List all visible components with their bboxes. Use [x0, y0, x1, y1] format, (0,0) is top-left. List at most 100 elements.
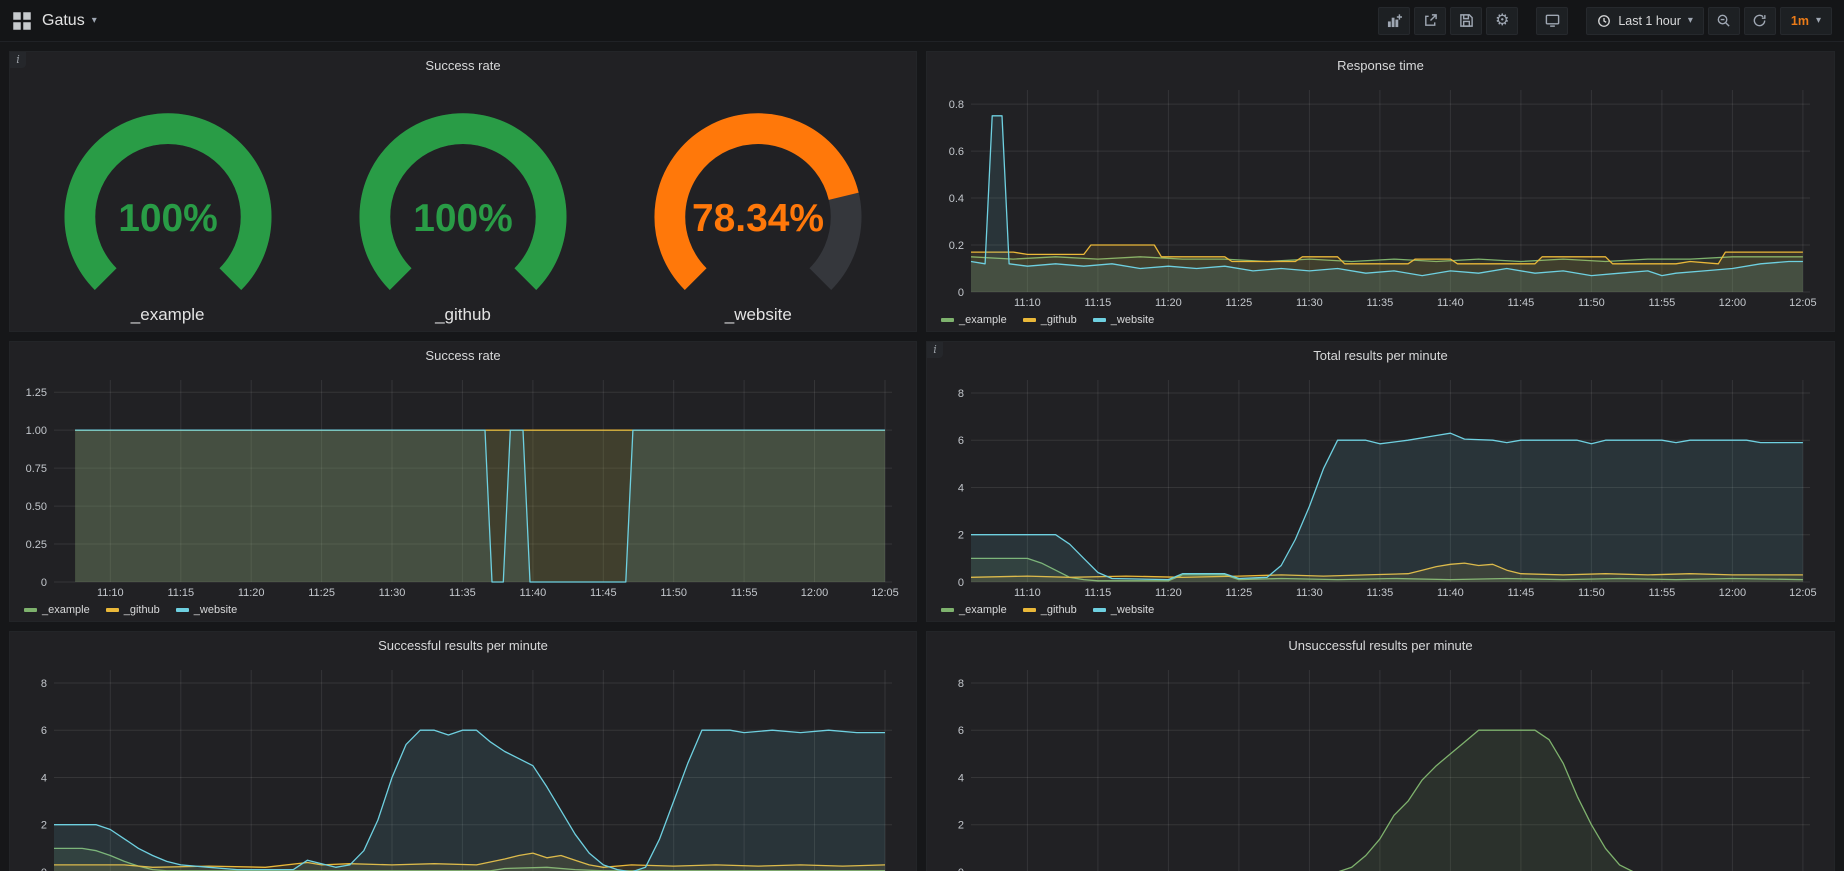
time-range-label: Last 1 hour: [1618, 14, 1681, 28]
chart-svg[interactable]: 0246811:1011:1511:2011:2511:3011:3511:40…: [931, 370, 1826, 601]
svg-text:11:50: 11:50: [660, 587, 687, 599]
panel-success-rate-gauges: i Success rate 100% _example 100% _githu…: [9, 51, 917, 332]
info-icon[interactable]: i: [10, 52, 26, 68]
gauge-_github: 100% _github: [318, 82, 608, 325]
svg-text:11:10: 11:10: [1014, 297, 1041, 309]
svg-text:2: 2: [41, 820, 47, 832]
dashboards-grid-icon[interactable]: [12, 11, 32, 31]
legend-label: _example: [42, 604, 90, 616]
legend-item-_github[interactable]: _github: [1023, 314, 1077, 326]
gauge-arc: 78.34%: [613, 102, 903, 307]
save-dashboard-button[interactable]: [1450, 7, 1482, 35]
svg-text:0: 0: [41, 577, 47, 589]
panel-body: 0246811:1011:1511:2011:2511:3011:3511:40…: [927, 660, 1834, 871]
svg-text:6: 6: [958, 435, 964, 447]
svg-text:4: 4: [41, 773, 47, 785]
share-dashboard-button[interactable]: [1414, 7, 1446, 35]
svg-text:11:40: 11:40: [1437, 297, 1464, 309]
panel-title[interactable]: Success rate: [10, 52, 916, 80]
legend-item-_example[interactable]: _example: [941, 604, 1007, 616]
svg-text:6: 6: [41, 725, 47, 737]
panel-title[interactable]: Response time: [927, 52, 1834, 80]
svg-text:2: 2: [958, 530, 964, 542]
svg-text:11:40: 11:40: [520, 587, 547, 599]
legend-item-_example[interactable]: _example: [24, 604, 90, 616]
chart-svg[interactable]: 0246811:1011:1511:2011:2511:3011:3511:40…: [14, 660, 908, 871]
timeseries-chart[interactable]: 0246811:1011:1511:2011:2511:3011:3511:40…: [14, 660, 908, 871]
legend-item-_github[interactable]: _github: [106, 604, 160, 616]
svg-text:6: 6: [958, 725, 964, 737]
tv-mode-button[interactable]: [1536, 7, 1568, 35]
timeseries-chart[interactable]: 00.250.500.751.001.2511:1011:1511:2011:2…: [14, 370, 908, 601]
time-range-button[interactable]: Last 1 hour ▾: [1586, 7, 1704, 35]
gauge-row: 100% _example 100% _github 78.34% _websi…: [10, 80, 916, 331]
svg-text:11:35: 11:35: [1367, 587, 1394, 599]
timeseries-chart[interactable]: 0246811:1011:1511:2011:2511:3011:3511:40…: [931, 660, 1826, 871]
gauge-value: 78.34%: [692, 197, 824, 240]
svg-text:0.2: 0.2: [949, 240, 964, 252]
dashboard-title-dropdown[interactable]: Gatus ▾: [42, 12, 97, 30]
legend-label: _example: [959, 314, 1007, 326]
svg-text:11:50: 11:50: [1578, 297, 1605, 309]
legend-swatch: [1093, 318, 1106, 322]
chart-svg[interactable]: 00.250.500.751.001.2511:1011:1511:2011:2…: [14, 370, 908, 601]
legend-swatch: [24, 608, 37, 612]
legend-item-_example[interactable]: _example: [941, 314, 1007, 326]
panel-title[interactable]: Successful results per minute: [10, 632, 916, 660]
gauge-label: _github: [435, 305, 491, 325]
svg-text:0.50: 0.50: [26, 501, 47, 513]
panel-successful-results: Successful results per minute 0246811:10…: [9, 631, 917, 871]
panel-total-results: i Total results per minute 0246811:1011:…: [926, 341, 1835, 622]
gauge-label: _example: [131, 305, 205, 325]
legend-swatch: [941, 318, 954, 322]
svg-text:12:05: 12:05: [1789, 587, 1817, 599]
legend-item-_website[interactable]: _website: [1093, 314, 1154, 326]
panel-title[interactable]: Unsuccessful results per minute: [927, 632, 1834, 660]
legend-swatch: [1023, 318, 1036, 322]
zoom-out-button[interactable]: [1708, 7, 1740, 35]
timeseries-chart[interactable]: 0246811:1011:1511:2011:2511:3011:3511:40…: [931, 370, 1826, 601]
refresh-button[interactable]: [1744, 7, 1776, 35]
svg-text:0: 0: [958, 287, 964, 299]
gauge-_website: 78.34% _website: [613, 82, 903, 325]
timeseries-chart[interactable]: 00.20.40.60.811:1011:1511:2011:2511:3011…: [931, 80, 1826, 311]
chart-legend: _example _github _website: [14, 601, 908, 619]
panel-unsuccessful-results: Unsuccessful results per minute 0246811:…: [926, 631, 1835, 871]
svg-text:12:00: 12:00: [1719, 297, 1747, 309]
svg-text:0.25: 0.25: [26, 539, 47, 551]
legend-label: _website: [194, 604, 237, 616]
svg-text:11:45: 11:45: [1508, 587, 1535, 599]
dashboard-settings-button[interactable]: ⚙: [1486, 7, 1518, 35]
save-icon: [1459, 13, 1474, 28]
zoom-out-icon: [1716, 13, 1731, 28]
caret-down-icon: ▾: [92, 15, 97, 26]
add-panel-button[interactable]: [1378, 7, 1410, 35]
svg-text:11:45: 11:45: [590, 587, 617, 599]
chart-legend: _example _github _website: [931, 311, 1826, 329]
gauge-arc: 100%: [318, 102, 608, 307]
refresh-interval-label: 1m: [1791, 14, 1809, 28]
legend-item-_github[interactable]: _github: [1023, 604, 1077, 616]
refresh-interval-button[interactable]: 1m ▾: [1780, 7, 1832, 35]
chart-svg[interactable]: 00.20.40.60.811:1011:1511:2011:2511:3011…: [931, 80, 1826, 311]
svg-text:11:55: 11:55: [1649, 297, 1676, 309]
legend-swatch: [106, 608, 119, 612]
panel-title[interactable]: Total results per minute: [927, 342, 1834, 370]
svg-text:8: 8: [41, 678, 47, 690]
legend-label: _github: [1041, 314, 1077, 326]
svg-text:11:10: 11:10: [1014, 587, 1041, 599]
legend-item-_website[interactable]: _website: [176, 604, 237, 616]
gauge-value: 100%: [118, 197, 218, 240]
share-icon: [1423, 13, 1438, 28]
legend-swatch: [1093, 608, 1106, 612]
monitor-icon: [1545, 13, 1560, 28]
navbar: Gatus ▾ ⚙ Last 1 hour ▾: [0, 0, 1844, 42]
chart-svg[interactable]: 0246811:1011:1511:2011:2511:3011:3511:40…: [931, 660, 1826, 871]
panel-response-time: Response time 00.20.40.60.811:1011:1511:…: [926, 51, 1835, 332]
svg-text:11:25: 11:25: [1226, 297, 1253, 309]
info-icon[interactable]: i: [927, 342, 943, 358]
panel-title[interactable]: Success rate: [10, 342, 916, 370]
svg-text:8: 8: [958, 388, 964, 400]
panel-success-rate: Success rate 00.250.500.751.001.2511:101…: [9, 341, 917, 622]
legend-item-_website[interactable]: _website: [1093, 604, 1154, 616]
